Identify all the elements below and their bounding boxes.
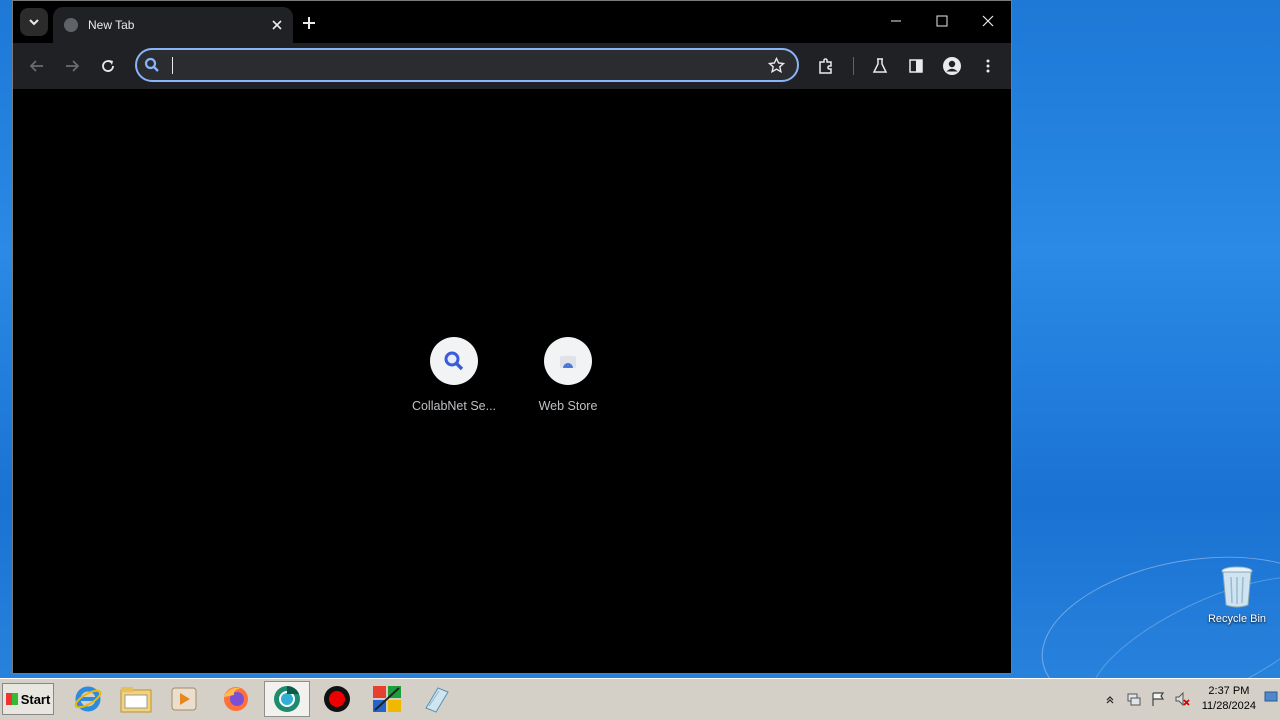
app-icon	[373, 686, 401, 712]
taskbar-notepad[interactable]	[413, 681, 459, 717]
tray-volume[interactable]	[1173, 690, 1191, 708]
start-button[interactable]: Start	[2, 683, 54, 715]
file-explorer-icon	[120, 687, 152, 713]
close-icon	[272, 20, 282, 30]
system-tray: 2:37 PM 11/28/2024	[1098, 679, 1280, 719]
windows-flag-icon	[5, 693, 18, 705]
arrow-right-icon	[66, 60, 80, 72]
address-bar[interactable]	[135, 48, 799, 82]
globe-icon	[64, 18, 78, 32]
browser-toolbar	[13, 43, 1011, 90]
menu-button[interactable]	[974, 52, 1002, 80]
show-desktop-icon	[1264, 691, 1278, 702]
clock-date: 11/28/2024	[1201, 700, 1256, 712]
show-desktop-button[interactable]	[1264, 690, 1278, 708]
taskbar-clock[interactable]: 2:37 PM 11/28/2024	[1202, 684, 1256, 714]
notepad-icon	[425, 687, 449, 713]
extensions-button[interactable]	[812, 52, 840, 80]
flag-icon	[1152, 692, 1164, 706]
browser-window: New Tab CollabNet Se... Web Store	[12, 0, 1012, 674]
internet-explorer-icon	[74, 686, 102, 712]
taskbar-file-explorer[interactable]	[113, 681, 159, 717]
toolbar-separator	[853, 57, 854, 75]
firefox-icon	[224, 687, 248, 711]
search-icon	[144, 57, 159, 72]
recycle-bin[interactable]: Recycle Bin	[1204, 565, 1270, 625]
reload-icon	[102, 60, 114, 72]
taskbar-chrome[interactable]	[264, 681, 310, 717]
recycle-bin-icon	[1220, 565, 1254, 609]
plus-icon	[303, 17, 315, 29]
media-player-icon	[171, 687, 197, 711]
taskbar: Start 2:37 PM 11/28/2024	[0, 678, 1280, 720]
taskbar-internet-explorer[interactable]	[65, 681, 111, 717]
reload-button[interactable]	[94, 52, 122, 80]
new-tab-page: CollabNet Se... Web Store	[13, 89, 1011, 673]
tab-title: New Tab	[88, 18, 135, 32]
taskbar-recorder[interactable]	[314, 681, 360, 717]
new-tab-button[interactable]	[297, 11, 321, 35]
back-button[interactable]	[23, 52, 51, 80]
recycle-bin-label: Recycle Bin	[1207, 613, 1267, 625]
clock-time: 2:37 PM	[1208, 685, 1250, 697]
chevron-down-icon	[29, 19, 39, 26]
volume-muted-icon	[1175, 691, 1190, 707]
shortcut-label: Web Store	[538, 399, 598, 413]
taskbar-firefox[interactable]	[213, 681, 259, 717]
shortcut-collabnet[interactable]: CollabNet Se...	[399, 337, 509, 413]
side-panel-icon	[909, 59, 923, 73]
maximize-icon	[936, 15, 948, 27]
tab-new-tab[interactable]: New Tab	[53, 7, 293, 43]
close-tab-button[interactable]	[269, 17, 285, 33]
shortcut-icon-tile	[544, 337, 592, 385]
puzzle-icon	[819, 58, 832, 74]
minimize-button[interactable]	[873, 1, 919, 41]
taskbar-media-player[interactable]	[161, 681, 207, 717]
side-panel-button[interactable]	[902, 52, 930, 80]
shortcut-label: CollabNet Se...	[411, 399, 497, 413]
taskbar-app[interactable]	[364, 681, 410, 717]
network-icon	[1127, 693, 1141, 706]
forward-button[interactable]	[58, 52, 86, 80]
maximize-button[interactable]	[919, 1, 965, 41]
close-icon	[982, 15, 994, 27]
bookmark-star-icon[interactable]	[768, 57, 785, 74]
close-window-button[interactable]	[965, 1, 1011, 41]
chrome-icon	[274, 686, 300, 712]
shortcut-icon-tile	[430, 337, 478, 385]
record-icon	[324, 686, 350, 712]
tab-strip: New Tab	[13, 1, 1011, 43]
tray-action-center[interactable]	[1149, 690, 1167, 708]
tray-network[interactable]	[1125, 690, 1143, 708]
labs-button[interactable]	[866, 52, 894, 80]
minimize-icon	[891, 20, 901, 22]
shortcut-web-store[interactable]: Web Store	[513, 337, 623, 413]
address-input[interactable]	[171, 56, 755, 78]
web-store-icon	[560, 356, 576, 368]
tab-search-button[interactable]	[20, 8, 48, 36]
avatar-icon	[943, 57, 961, 75]
start-label: Start	[20, 691, 51, 707]
profile-button[interactable]	[938, 52, 966, 80]
arrow-left-icon	[29, 60, 43, 72]
chevron-up-icon	[1106, 696, 1114, 704]
flask-icon	[872, 58, 888, 73]
kebab-menu-icon	[986, 59, 990, 73]
search-icon	[444, 351, 464, 371]
show-hidden-icons-button[interactable]	[1101, 690, 1119, 708]
